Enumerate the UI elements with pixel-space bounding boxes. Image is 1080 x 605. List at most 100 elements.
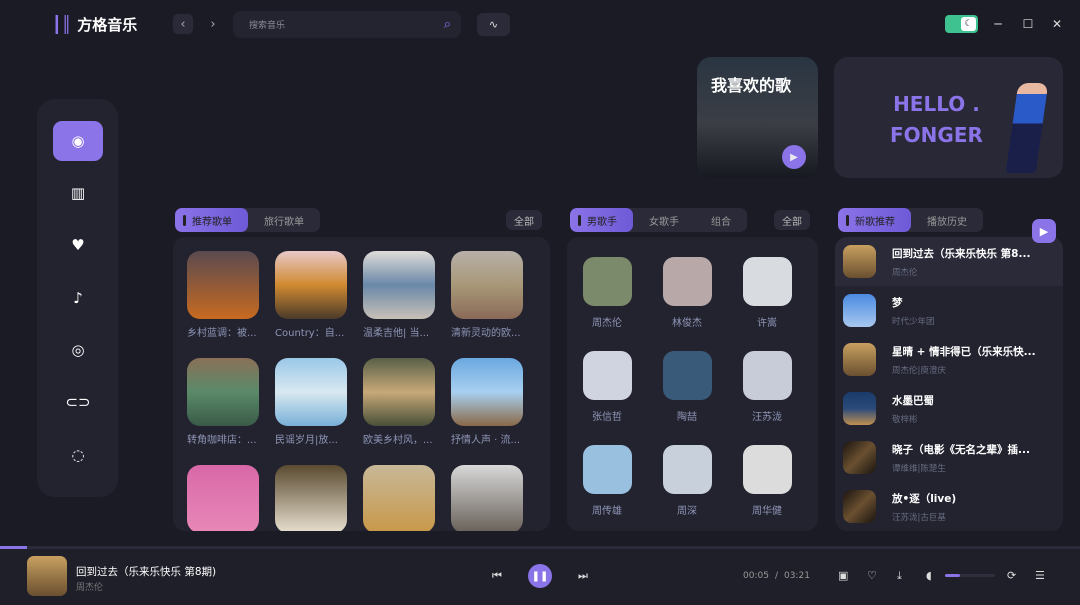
minimize-button[interactable]: ─	[988, 14, 1008, 34]
playlist-name: 民谣岁月|放...	[275, 435, 338, 446]
favorites-title: 我喜欢的歌	[711, 76, 792, 95]
song-row[interactable]: 水墨巴蜀 敬梓彬	[835, 384, 1063, 433]
playlist-card[interactable]: 欧美乡村风，...	[363, 358, 435, 446]
playlist-name: 清新灵动的欧...	[451, 328, 521, 339]
sidebar-item-messages[interactable]: ◌	[53, 435, 103, 475]
singers-all-button[interactable]: 全部	[774, 210, 810, 230]
volume-fill	[945, 574, 960, 577]
singer-card[interactable]: 周深	[657, 445, 717, 517]
song-title: 水墨巴蜀	[892, 394, 934, 407]
now-playing-artist[interactable]: 周杰伦	[76, 580, 103, 593]
playlist-card[interactable]: 民谣岁月|放...	[275, 358, 347, 446]
search-icon[interactable]: ⌕	[444, 17, 451, 32]
progress-fill	[0, 546, 27, 549]
search-input[interactable]	[249, 19, 429, 30]
playlist-name: 转角咖啡店：...	[187, 435, 257, 446]
singer-name: 周深	[677, 506, 697, 517]
progress-bar[interactable]	[0, 546, 1080, 549]
forward-button[interactable]: ›	[203, 14, 223, 34]
song-artist: 周杰伦	[892, 267, 918, 278]
hello-text: HELLO .	[893, 92, 980, 116]
maximize-button[interactable]: ☐	[1018, 14, 1038, 34]
singer-card[interactable]: 林俊杰	[657, 257, 717, 329]
sidebar-item-music[interactable]: ♪	[53, 278, 103, 318]
singer-name: 陶喆	[677, 412, 697, 423]
playlist-card[interactable]: Country：自...	[275, 251, 347, 339]
close-button[interactable]: ✕	[1047, 14, 1067, 34]
playlist-card[interactable]	[275, 465, 347, 531]
playlist-card[interactable]	[363, 465, 435, 531]
back-button[interactable]: ‹	[173, 14, 193, 34]
playlist-card[interactable]: 清新灵动的欧...	[451, 251, 523, 339]
song-cover	[843, 343, 876, 376]
search-bar: ⌕	[233, 11, 461, 38]
tab-recommended-playlists[interactable]: 推荐歌单	[175, 208, 248, 232]
now-playing-cover	[27, 556, 67, 596]
play-favorites-button[interactable]: ▶	[782, 145, 806, 169]
playlists-all-button[interactable]: 全部	[506, 210, 542, 230]
singer-avatar	[582, 445, 632, 494]
theme-toggle[interactable]: ☾	[945, 15, 978, 33]
toggle-icon: ⊂⊃	[65, 393, 91, 411]
heart-icon[interactable]: ♡	[867, 569, 877, 582]
song-artist: 周杰伦|庾澄庆	[892, 365, 946, 376]
song-row[interactable]: 放•逐（live) 汪苏泷|古巨基	[835, 482, 1063, 531]
sidebar-item-toggle[interactable]: ⊂⊃	[53, 382, 103, 422]
favorites-banner[interactable]: 我喜欢的歌 ▶	[697, 57, 818, 178]
song-row[interactable]: 晓子（电影《无名之辈》插... 谭维维|陈楚生	[835, 433, 1063, 482]
singer-tabs: 男歌手 女歌手 组合	[570, 208, 747, 232]
current-time: 00:05	[743, 571, 769, 581]
playlist-cover	[363, 465, 435, 531]
song-row[interactable]: 回到过去（乐来乐快乐 第8... 周杰伦	[835, 237, 1063, 286]
sidebar-item-favorites[interactable]: ♥	[53, 225, 103, 265]
playlist-name: 抒情人声 · 流...	[451, 435, 521, 446]
volume-icon[interactable]: ◖	[926, 569, 932, 582]
song-row[interactable]: 星晴 + 情非得已（乐来乐快... 周杰伦|庾澄庆	[835, 335, 1063, 384]
song-cover	[843, 490, 876, 523]
tab-travel-playlists[interactable]: 旅行歌单	[248, 208, 320, 232]
play-all-button[interactable]: ▶	[1032, 219, 1056, 243]
playlist-card[interactable]	[187, 465, 259, 531]
tab-new-songs[interactable]: 新歌推荐	[838, 208, 911, 232]
waveform-button[interactable]: ∿	[477, 13, 510, 36]
lyrics-icon[interactable]: ▣	[838, 569, 848, 582]
sidebar-item-charts[interactable]: ▥	[53, 173, 103, 213]
previous-button[interactable]: ⏮	[492, 569, 502, 583]
singer-card[interactable]: 周华健	[737, 445, 797, 517]
playlist-card[interactable]: 乡村蓝调：被...	[187, 251, 259, 339]
song-cover	[843, 245, 876, 278]
volume-slider[interactable]	[945, 574, 995, 577]
sidebar-item-discover[interactable]: ◉	[53, 121, 103, 161]
tab-play-history[interactable]: 播放历史	[911, 208, 983, 232]
repeat-icon[interactable]: ⟳	[1007, 569, 1016, 582]
song-title: 晓子（电影《无名之辈》插...	[892, 443, 1030, 456]
tab-groups[interactable]: 组合	[695, 208, 747, 232]
song-row[interactable]: 梦时代少年团	[835, 286, 1063, 335]
playlist-card[interactable]: 转角咖啡店：...	[187, 358, 259, 446]
pause-button[interactable]: ❚❚	[528, 564, 552, 588]
sidebar-item-radar[interactable]: ◎	[53, 330, 103, 370]
next-button[interactable]: ⏭	[578, 569, 588, 583]
singer-card[interactable]: 汪苏泷	[737, 351, 797, 423]
playlist-card[interactable]	[451, 465, 523, 531]
singer-card[interactable]: 陶喆	[657, 351, 717, 423]
singer-card[interactable]: 周传雄	[577, 445, 637, 517]
playlist-card[interactable]: 温柔吉他| 当...	[363, 251, 435, 339]
music-note-icon: ♪	[73, 289, 83, 307]
singer-avatar	[742, 257, 792, 306]
song-title: 星晴 + 情非得已（乐来乐快...	[892, 345, 1036, 358]
singer-card[interactable]: 张信哲	[577, 351, 637, 423]
playlist-grid: 乡村蓝调：被... Country：自... 温柔吉他| 当... 清新灵动的欧...…	[173, 237, 550, 531]
playlist-card[interactable]: 抒情人声 · 流...	[451, 358, 523, 446]
singer-name: 周传雄	[592, 506, 622, 517]
playlist-queue-icon[interactable]: ☰	[1035, 569, 1045, 582]
singer-name: 林俊杰	[672, 318, 702, 329]
singer-card[interactable]: 许嵩	[737, 257, 797, 329]
song-title: 梦	[892, 296, 903, 309]
singer-card[interactable]: 周杰伦	[577, 257, 637, 329]
singer-avatar	[582, 257, 632, 306]
singer-avatar	[662, 445, 712, 494]
tab-female-singers[interactable]: 女歌手	[633, 208, 695, 232]
tab-male-singers[interactable]: 男歌手	[570, 208, 633, 232]
download-icon[interactable]: ⤓	[897, 569, 902, 583]
